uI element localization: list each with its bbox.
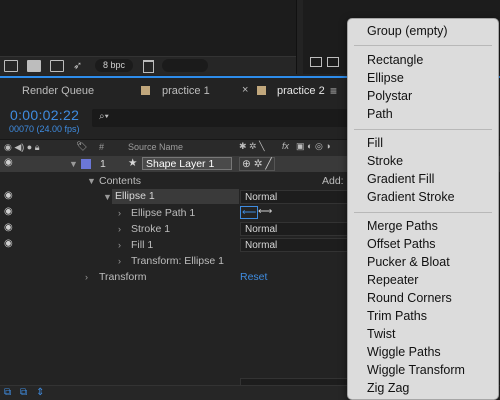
- contents-label: Contents: [99, 175, 142, 187]
- menu-item-gradient-stroke[interactable]: Gradient Stroke: [367, 190, 455, 204]
- menu-item-fill[interactable]: Fill: [367, 136, 383, 150]
- transform-ellipse-label[interactable]: Transform: Ellipse 1: [131, 255, 224, 267]
- stroke-label[interactable]: Stroke 1: [131, 223, 170, 235]
- ellipse-path-label[interactable]: Ellipse Path 1: [131, 207, 195, 219]
- chevron-right-icon[interactable]: ›: [118, 256, 121, 266]
- toggle-stretch-icon[interactable]: ⇕: [36, 387, 44, 398]
- menu-item-wiggle-transform[interactable]: Wiggle Transform: [367, 363, 465, 377]
- chevron-right-icon[interactable]: ›: [118, 224, 121, 234]
- new-folder-icon[interactable]: [27, 60, 41, 72]
- trash-icon[interactable]: [143, 60, 154, 73]
- composition-swatch-icon: [257, 86, 266, 95]
- eye-icon[interactable]: ◉: [4, 239, 15, 249]
- menu-item-path[interactable]: Path: [367, 107, 393, 121]
- chevron-down-icon[interactable]: ▼: [87, 176, 96, 186]
- menu-item-merge-paths[interactable]: Merge Paths: [367, 219, 438, 233]
- toggle-modes-icon[interactable]: ⧉: [20, 387, 27, 398]
- layer-label-swatch[interactable]: [81, 159, 91, 169]
- path-direction-icon[interactable]: ⟵: [240, 206, 259, 219]
- menu-item-gradient-fill[interactable]: Gradient Fill: [367, 172, 434, 186]
- toolbar-slider[interactable]: [162, 59, 208, 72]
- search-input[interactable]: ⌕▾: [92, 109, 356, 127]
- eye-icon[interactable]: [4, 176, 15, 184]
- menu-item-stroke[interactable]: Stroke: [367, 154, 403, 168]
- menu-item-twist[interactable]: Twist: [367, 327, 395, 341]
- new-composition-icon[interactable]: [50, 60, 64, 72]
- chevron-down-icon[interactable]: ▼: [103, 192, 112, 202]
- switches-more-icon: ▣ ◐ ◎ ◑: [296, 141, 331, 151]
- chevron-down-icon[interactable]: ▼: [69, 159, 78, 169]
- fill-label[interactable]: Fill 1: [131, 239, 153, 251]
- eye-icon[interactable]: ◉: [4, 207, 15, 217]
- tab-practice-2[interactable]: practice 2: [277, 85, 325, 97]
- ellipse-group-label[interactable]: Ellipse 1: [112, 189, 239, 204]
- panel-menu-icon[interactable]: ≡: [330, 84, 337, 98]
- menu-separator: [354, 45, 492, 46]
- interpret-footage-icon[interactable]: [4, 60, 18, 72]
- bit-depth-button[interactable]: 8 bpc: [95, 59, 133, 72]
- chevron-right-icon[interactable]: ›: [118, 240, 121, 250]
- search-icon: ⌕▾: [99, 111, 109, 122]
- menu-item-group[interactable]: Group (empty): [367, 24, 448, 38]
- layer-number: 1: [100, 158, 106, 170]
- label-icon[interactable]: 🏷︎: [76, 141, 87, 152]
- ellipse-blend-mode-select[interactable]: Normal: [240, 190, 350, 204]
- project-toolbar: ➶ 8 bpc: [0, 56, 296, 75]
- toggle-switches-icon[interactable]: ⧉: [4, 387, 11, 398]
- shape-layer-star-icon: ★: [128, 157, 138, 169]
- layer-switches-icon[interactable]: ⊕ ✲ ╱: [239, 157, 275, 171]
- menu-item-polystar[interactable]: Polystar: [367, 89, 412, 103]
- menu-separator: [354, 212, 492, 213]
- menu-item-ellipse[interactable]: Ellipse: [367, 71, 404, 85]
- eye-icon[interactable]: ◉: [4, 191, 15, 201]
- flowchart-icon[interactable]: ➶: [73, 59, 82, 72]
- eye-icon[interactable]: ◉: [4, 223, 15, 233]
- menu-item-round-corners[interactable]: Round Corners: [367, 291, 452, 305]
- chevron-right-icon[interactable]: ›: [85, 272, 88, 282]
- menu-item-repeater[interactable]: Repeater: [367, 273, 418, 287]
- frame-count: 00070 (24.00 fps): [9, 124, 80, 134]
- layer-name[interactable]: Shape Layer 1: [142, 157, 232, 170]
- add-shape-menu: Group (empty) Rectangle Ellipse Polystar…: [347, 18, 499, 400]
- tab-render-queue[interactable]: Render Queue: [22, 85, 94, 97]
- switches-icon: ✱ ✲ ╲: [239, 141, 265, 151]
- menu-item-offset-paths[interactable]: Offset Paths: [367, 237, 436, 251]
- tab-close-icon[interactable]: ×: [242, 84, 248, 96]
- transform-label[interactable]: Transform: [99, 271, 146, 283]
- tab-practice-1[interactable]: practice 1: [162, 85, 210, 97]
- panel-icon[interactable]: [327, 57, 339, 67]
- add-label[interactable]: Add:: [322, 175, 344, 187]
- fx-icon: fx: [282, 141, 290, 151]
- eye-icon[interactable]: ◉: [4, 158, 15, 168]
- chevron-right-icon[interactable]: ›: [118, 208, 121, 218]
- menu-item-wiggle-paths[interactable]: Wiggle Paths: [367, 345, 441, 359]
- reset-link[interactable]: Reset: [240, 271, 267, 283]
- current-time[interactable]: 0:00:02:22: [10, 107, 79, 123]
- column-number: #: [99, 142, 105, 152]
- menu-item-trim-paths[interactable]: Trim Paths: [367, 309, 427, 323]
- panel-icon[interactable]: [310, 57, 322, 67]
- stroke-blend-mode-select[interactable]: Normal: [240, 222, 350, 236]
- path-direction-reverse-icon[interactable]: ⟷: [258, 206, 272, 217]
- menu-separator: [354, 129, 492, 130]
- composition-swatch-icon: [141, 86, 150, 95]
- menu-item-rectangle[interactable]: Rectangle: [367, 53, 423, 67]
- menu-item-pucker-bloat[interactable]: Pucker & Bloat: [367, 255, 450, 269]
- fill-blend-mode-select[interactable]: Normal: [240, 238, 350, 252]
- av-features-icon[interactable]: ◉ ◀) ● 🔒︎: [4, 142, 40, 153]
- column-source-name[interactable]: Source Name: [128, 142, 183, 152]
- menu-item-zig-zag[interactable]: Zig Zag: [367, 381, 409, 395]
